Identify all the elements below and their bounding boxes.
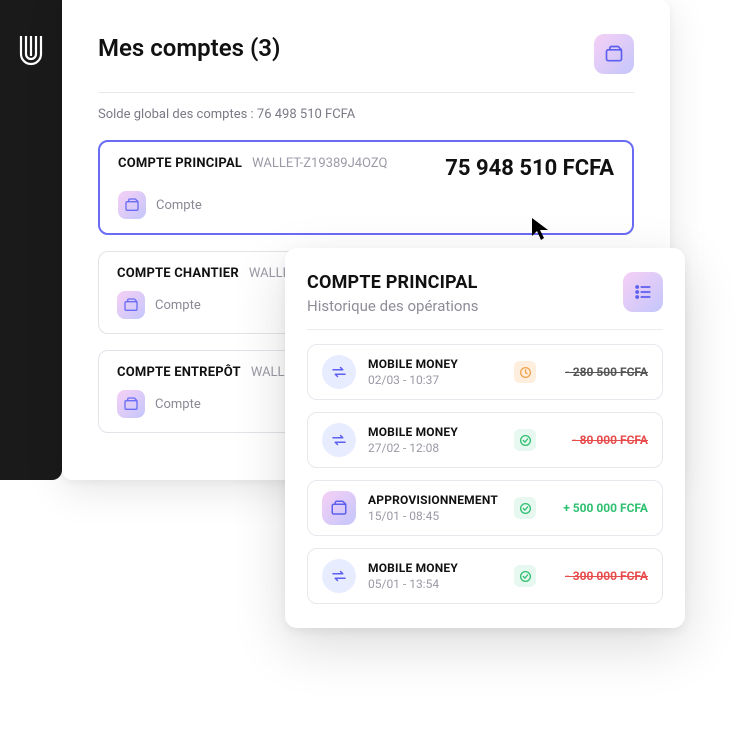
account-wallet-id: WALLET-Z19389J4OZQ	[252, 156, 387, 171]
transfer-icon	[322, 355, 356, 389]
history-subtitle: Historique des opérations	[307, 297, 479, 315]
global-balance: Solde global des comptes : 76 498 510 FC…	[98, 107, 634, 122]
transfer-icon	[322, 559, 356, 593]
clock-icon	[514, 361, 536, 383]
wallet-icon	[322, 491, 356, 525]
transaction-row[interactable]: APPROVISIONNEMENT 15/01 - 08:45 + 500 00…	[307, 480, 663, 536]
wallet-icon	[604, 44, 624, 64]
check-circle-icon	[514, 429, 536, 451]
account-name: COMPTE ENTREPÔT	[117, 365, 241, 380]
account-type-label: Compte	[155, 298, 201, 313]
transaction-date: 05/01 - 13:54	[368, 577, 502, 591]
page-title: Mes comptes (3)	[98, 34, 280, 62]
check-circle-icon	[514, 497, 536, 519]
account-type-label: Compte	[155, 397, 201, 412]
account-name: COMPTE CHANTIER	[117, 266, 239, 281]
transaction-date: 27/02 - 12:08	[368, 441, 502, 455]
divider	[307, 329, 663, 330]
account-card-principal[interactable]: COMPTE PRINCIPAL WALLET-Z19389J4OZQ 75 9…	[98, 140, 634, 235]
account-type-label: Compte	[156, 198, 202, 213]
accounts-action-button[interactable]	[594, 34, 634, 74]
app-logo-icon	[16, 34, 46, 70]
transaction-date: 02/03 - 10:37	[368, 373, 502, 387]
check-circle-icon	[514, 565, 536, 587]
app-sidebar	[0, 0, 62, 480]
account-name: COMPTE PRINCIPAL	[118, 156, 242, 171]
list-icon	[633, 282, 653, 302]
transaction-amount: + 500 000 FCFA	[548, 501, 648, 515]
wallet-icon	[117, 390, 145, 418]
transfer-icon	[322, 423, 356, 457]
history-panel: COMPTE PRINCIPAL Historique des opératio…	[285, 248, 685, 628]
account-balance: 75 948 510 FCFA	[445, 156, 614, 181]
wallet-icon	[118, 191, 146, 219]
transaction-row[interactable]: MOBILE MONEY 05/01 - 13:54 - 300 000 FCF…	[307, 548, 663, 604]
history-view-button[interactable]	[623, 272, 663, 312]
transaction-label: MOBILE MONEY	[368, 425, 502, 439]
transaction-label: MOBILE MONEY	[368, 357, 502, 371]
transaction-label: MOBILE MONEY	[368, 561, 502, 575]
transaction-label: APPROVISIONNEMENT	[368, 493, 502, 507]
wallet-icon	[117, 291, 145, 319]
transaction-amount: - 80 000 FCFA	[548, 433, 648, 447]
transaction-amount: - 280 500 FCFA	[548, 365, 648, 379]
history-title: COMPTE PRINCIPAL	[307, 272, 479, 293]
transaction-date: 15/01 - 08:45	[368, 509, 502, 523]
transaction-row[interactable]: MOBILE MONEY 27/02 - 12:08 - 80 000 FCFA	[307, 412, 663, 468]
transaction-row[interactable]: MOBILE MONEY 02/03 - 10:37 - 280 500 FCF…	[307, 344, 663, 400]
transaction-amount: - 300 000 FCFA	[548, 569, 648, 583]
divider	[98, 92, 634, 93]
